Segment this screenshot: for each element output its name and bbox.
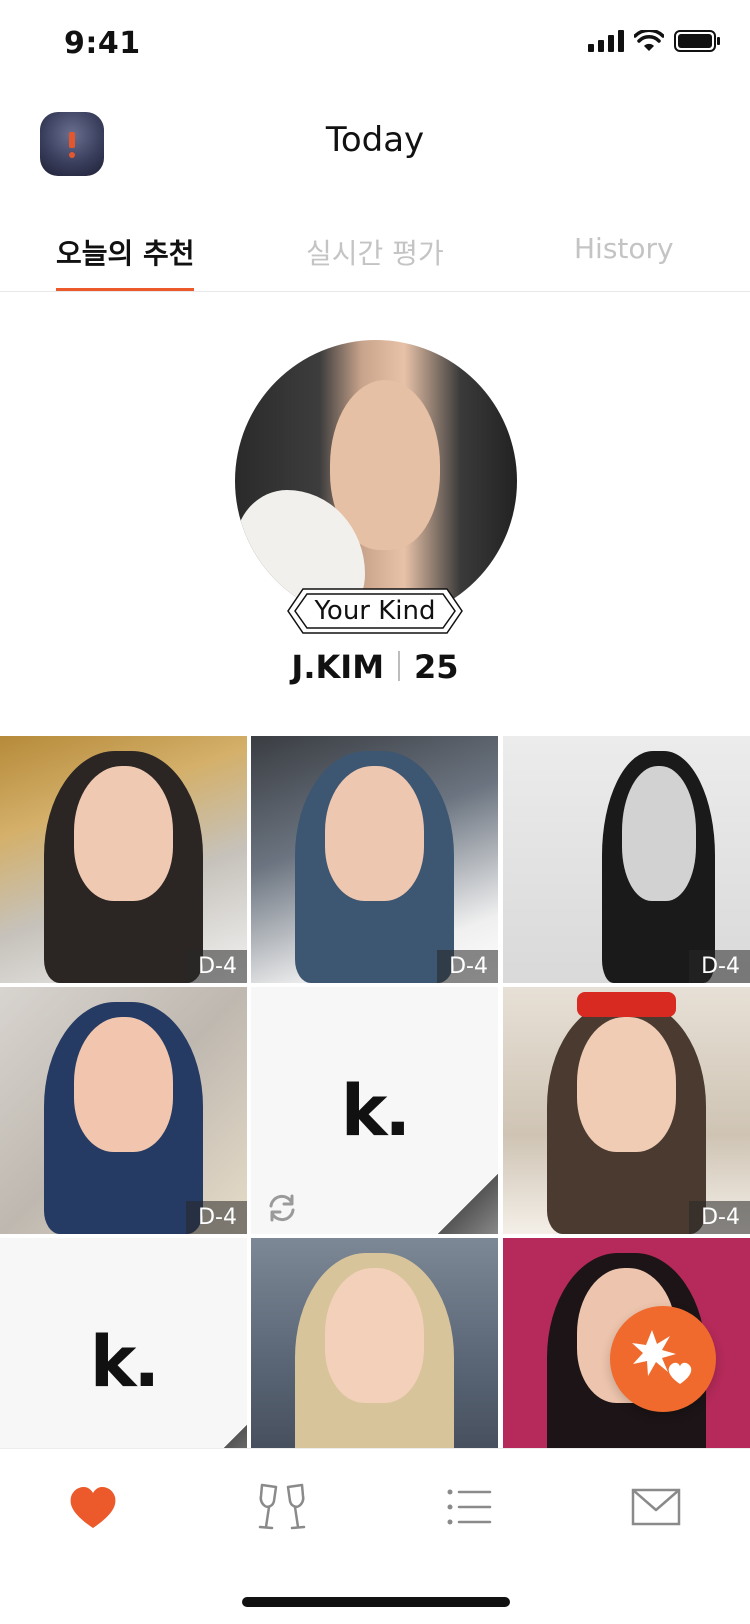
grid-photo-3[interactable]: D-4: [503, 736, 750, 983]
page-title: Today: [325, 120, 425, 160]
photo-face: [325, 1267, 424, 1404]
page-curl: [438, 1174, 498, 1234]
featured-name: J.KIM: [291, 648, 385, 686]
active-tab-indicator: [56, 288, 194, 291]
days-left-badge: D-4: [186, 950, 247, 983]
bottom-nav: [0, 1448, 750, 1624]
heart-icon: [70, 1487, 116, 1528]
featured-age: 25: [414, 648, 459, 686]
name-age-divider: [398, 651, 401, 681]
list-icon: [447, 1489, 492, 1525]
signal-icon: [588, 30, 624, 52]
badge-label: Your Kind: [314, 596, 436, 626]
photo-headband: [577, 991, 676, 1017]
home-indicator: [242, 1597, 510, 1607]
wifi-icon: [634, 30, 664, 51]
header: Today: [0, 100, 750, 190]
battery-icon: [674, 30, 720, 52]
days-left-badge: D-4: [689, 1201, 750, 1234]
tab-history[interactable]: History: [574, 232, 674, 265]
grid-photo-5[interactable]: D-4: [503, 987, 750, 1234]
nav-item-likes[interactable]: [58, 1477, 128, 1537]
photo-face: [621, 765, 696, 902]
days-left-badge: D-4: [186, 1201, 247, 1234]
grid-photo-2[interactable]: D-4: [251, 736, 498, 983]
tab-today-recommendation[interactable]: 오늘의 추천: [56, 232, 195, 272]
featured-profile-photo[interactable]: [235, 340, 517, 622]
refresh-icon[interactable]: [265, 1194, 299, 1222]
reaction-fab[interactable]: [610, 1306, 716, 1412]
nav-item-messages[interactable]: [621, 1477, 691, 1537]
grid-placeholder-1[interactable]: k.: [251, 987, 498, 1234]
photo-face: [577, 1016, 676, 1153]
status-icons: [588, 30, 720, 52]
status-bar: 9:41: [0, 0, 750, 90]
photo-face: [325, 765, 424, 902]
your-kind-badge: Your Kind: [287, 588, 463, 634]
nav-item-list[interactable]: [434, 1477, 504, 1537]
photo-face: [74, 765, 173, 902]
cheers-glasses-icon: [258, 1483, 306, 1530]
mail-icon: [631, 1488, 681, 1526]
nav-item-match[interactable]: [247, 1477, 317, 1537]
burst-heart-icon: [632, 1330, 692, 1384]
days-left-badge: D-4: [689, 950, 750, 983]
featured-name-row: J.KIM 25: [0, 648, 750, 686]
grid-photo-4[interactable]: D-4: [0, 987, 247, 1234]
days-left-badge: D-4: [437, 950, 498, 983]
grid-photo-1[interactable]: D-4: [0, 736, 247, 983]
photo-face: [74, 1016, 173, 1153]
status-time: 9:41: [64, 26, 141, 61]
tab-bar: 오늘의 추천 실시간 평가 History: [0, 220, 750, 292]
tab-realtime-rating[interactable]: 실시간 평가: [306, 232, 444, 272]
